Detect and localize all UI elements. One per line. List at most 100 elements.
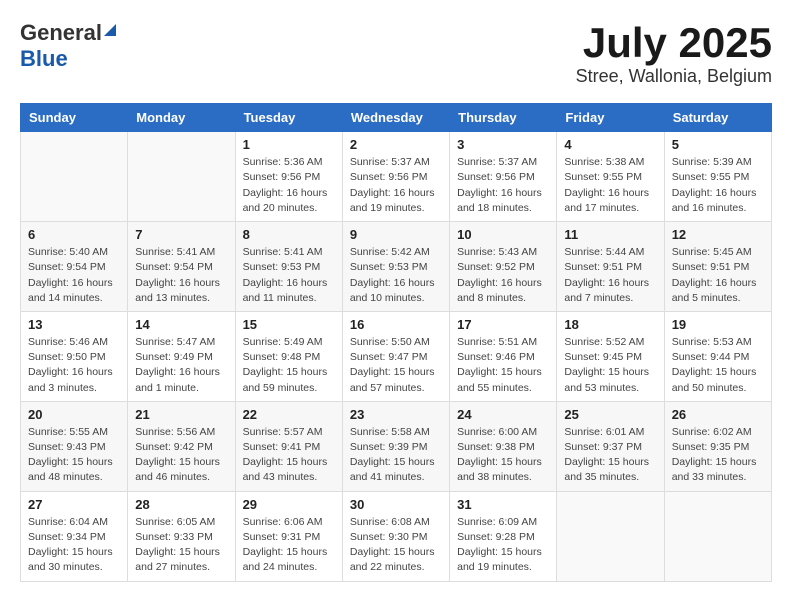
page-header: General Blue July 2025 Stree, Wallonia, …: [20, 20, 772, 87]
day-number: 8: [243, 227, 335, 242]
logo: General Blue: [20, 20, 116, 72]
title-block: July 2025 Stree, Wallonia, Belgium: [576, 20, 772, 87]
calendar-cell: [128, 132, 235, 222]
day-number: 10: [457, 227, 549, 242]
calendar-cell: 12Sunrise: 5:45 AM Sunset: 9:51 PM Dayli…: [664, 222, 771, 312]
cell-content: Sunrise: 6:00 AM Sunset: 9:38 PM Dayligh…: [457, 425, 549, 486]
logo-arrow-icon: [104, 24, 116, 36]
weekday-header: Tuesday: [235, 104, 342, 132]
cell-content: Sunrise: 5:43 AM Sunset: 9:52 PM Dayligh…: [457, 245, 549, 306]
cell-content: Sunrise: 5:42 AM Sunset: 9:53 PM Dayligh…: [350, 245, 442, 306]
day-number: 14: [135, 317, 227, 332]
weekday-header: Thursday: [450, 104, 557, 132]
calendar-cell: 23 Sunrise: 5:58 AM Sunset: 9:39 PM Dayli…: [342, 401, 449, 491]
calendar-cell: 28 Sunrise: 6:05 AM Sunset: 9:33 PM Dayli…: [128, 491, 235, 581]
calendar-cell: 22 Sunrise: 5:57 AM Sunset: 9:41 PM Dayli…: [235, 401, 342, 491]
day-number: 5: [672, 137, 764, 152]
calendar-cell: 25 Sunrise: 6:01 AM Sunset: 9:37 PM Dayli…: [557, 401, 664, 491]
month-title: July 2025: [576, 20, 772, 66]
logo-general-text: General: [20, 20, 102, 46]
cell-content: Sunrise: 5:38 AM Sunset: 9:55 PM Dayligh…: [564, 155, 656, 216]
location-text: Stree, Wallonia, Belgium: [576, 66, 772, 87]
calendar-header-row: SundayMondayTuesdayWednesdayThursdayFrid…: [21, 104, 772, 132]
cell-content: Sunrise: 5:53 AM Sunset: 9:44 PM Dayligh…: [672, 335, 764, 396]
calendar-cell: 5 Sunrise: 5:39 AM Sunset: 9:55 PM Daylig…: [664, 132, 771, 222]
calendar-cell: 13 Sunrise: 5:46 AM Sunset: 9:50 PM Dayli…: [21, 311, 128, 401]
day-number: 23: [350, 407, 442, 422]
weekday-header: Monday: [128, 104, 235, 132]
cell-content: Sunrise: 6:05 AM Sunset: 9:33 PM Dayligh…: [135, 515, 227, 576]
calendar-cell: 1 Sunrise: 5:36 AM Sunset: 9:56 PM Daylig…: [235, 132, 342, 222]
day-number: 11: [564, 227, 656, 242]
cell-content: Sunrise: 5:58 AM Sunset: 9:39 PM Dayligh…: [350, 425, 442, 486]
day-number: 16: [350, 317, 442, 332]
day-number: 17: [457, 317, 549, 332]
day-number: 26: [672, 407, 764, 422]
calendar-cell: 15Sunrise: 5:49 AM Sunset: 9:48 PM Dayli…: [235, 311, 342, 401]
cell-content: Sunrise: 6:02 AM Sunset: 9:35 PM Dayligh…: [672, 425, 764, 486]
calendar-cell: 18 Sunrise: 5:52 AM Sunset: 9:45 PM Dayli…: [557, 311, 664, 401]
cell-content: Sunrise: 5:46 AM Sunset: 9:50 PM Dayligh…: [28, 335, 120, 396]
day-number: 9: [350, 227, 442, 242]
day-number: 18: [564, 317, 656, 332]
cell-content: Sunrise: 6:01 AM Sunset: 9:37 PM Dayligh…: [564, 425, 656, 486]
cell-content: Sunrise: 6:09 AM Sunset: 9:28 PM Dayligh…: [457, 515, 549, 576]
calendar-cell: 7 Sunrise: 5:41 AM Sunset: 9:54 PM Daylig…: [128, 222, 235, 312]
day-number: 21: [135, 407, 227, 422]
calendar-cell: [21, 132, 128, 222]
calendar-cell: 29 Sunrise: 6:06 AM Sunset: 9:31 PM Dayli…: [235, 491, 342, 581]
cell-content: Sunrise: 5:41 AM Sunset: 9:54 PM Dayligh…: [135, 245, 227, 306]
cell-content: Sunrise: 6:08 AM Sunset: 9:30 PM Dayligh…: [350, 515, 442, 576]
calendar-cell: 21Sunrise: 5:56 AM Sunset: 9:42 PM Dayli…: [128, 401, 235, 491]
calendar-week-row: 27 Sunrise: 6:04 AM Sunset: 9:34 PM Dayli…: [21, 491, 772, 581]
calendar-cell: 31 Sunrise: 6:09 AM Sunset: 9:28 PM Dayli…: [450, 491, 557, 581]
day-number: 12: [672, 227, 764, 242]
day-number: 13: [28, 317, 120, 332]
calendar-cell: 6Sunrise: 5:40 AM Sunset: 9:54 PM Daylig…: [21, 222, 128, 312]
cell-content: Sunrise: 5:36 AM Sunset: 9:56 PM Dayligh…: [243, 155, 335, 216]
day-number: 24: [457, 407, 549, 422]
calendar-cell: 27 Sunrise: 6:04 AM Sunset: 9:34 PM Dayli…: [21, 491, 128, 581]
day-number: 7: [135, 227, 227, 242]
cell-content: Sunrise: 5:37 AM Sunset: 9:56 PM Dayligh…: [350, 155, 442, 216]
cell-content: Sunrise: 5:57 AM Sunset: 9:41 PM Dayligh…: [243, 425, 335, 486]
day-number: 3: [457, 137, 549, 152]
weekday-header: Wednesday: [342, 104, 449, 132]
calendar-cell: 19 Sunrise: 5:53 AM Sunset: 9:44 PM Dayli…: [664, 311, 771, 401]
cell-content: Sunrise: 6:06 AM Sunset: 9:31 PM Dayligh…: [243, 515, 335, 576]
cell-content: Sunrise: 5:44 AM Sunset: 9:51 PM Dayligh…: [564, 245, 656, 306]
calendar-cell: 30Sunrise: 6:08 AM Sunset: 9:30 PM Dayli…: [342, 491, 449, 581]
cell-content: Sunrise: 5:37 AM Sunset: 9:56 PM Dayligh…: [457, 155, 549, 216]
day-number: 29: [243, 497, 335, 512]
day-number: 25: [564, 407, 656, 422]
cell-content: Sunrise: 5:40 AM Sunset: 9:54 PM Dayligh…: [28, 245, 120, 306]
cell-content: Sunrise: 5:49 AM Sunset: 9:48 PM Dayligh…: [243, 335, 335, 396]
logo-blue-text: Blue: [20, 46, 68, 72]
weekday-header: Friday: [557, 104, 664, 132]
calendar-week-row: 20Sunrise: 5:55 AM Sunset: 9:43 PM Dayli…: [21, 401, 772, 491]
calendar-cell: 20Sunrise: 5:55 AM Sunset: 9:43 PM Dayli…: [21, 401, 128, 491]
day-number: 28: [135, 497, 227, 512]
cell-content: Sunrise: 6:04 AM Sunset: 9:34 PM Dayligh…: [28, 515, 120, 576]
cell-content: Sunrise: 5:39 AM Sunset: 9:55 PM Dayligh…: [672, 155, 764, 216]
calendar-cell: 11 Sunrise: 5:44 AM Sunset: 9:51 PM Dayli…: [557, 222, 664, 312]
day-number: 27: [28, 497, 120, 512]
calendar-cell: [664, 491, 771, 581]
cell-content: Sunrise: 5:50 AM Sunset: 9:47 PM Dayligh…: [350, 335, 442, 396]
calendar-cell: 24 Sunrise: 6:00 AM Sunset: 9:38 PM Dayli…: [450, 401, 557, 491]
cell-content: Sunrise: 5:52 AM Sunset: 9:45 PM Dayligh…: [564, 335, 656, 396]
cell-content: Sunrise: 5:51 AM Sunset: 9:46 PM Dayligh…: [457, 335, 549, 396]
calendar-cell: 26 Sunrise: 6:02 AM Sunset: 9:35 PM Dayli…: [664, 401, 771, 491]
calendar-week-row: 13 Sunrise: 5:46 AM Sunset: 9:50 PM Dayli…: [21, 311, 772, 401]
day-number: 22: [243, 407, 335, 422]
cell-content: Sunrise: 5:47 AM Sunset: 9:49 PM Dayligh…: [135, 335, 227, 396]
cell-content: Sunrise: 5:55 AM Sunset: 9:43 PM Dayligh…: [28, 425, 120, 486]
day-number: 1: [243, 137, 335, 152]
calendar-cell: 9 Sunrise: 5:42 AM Sunset: 9:53 PM Daylig…: [342, 222, 449, 312]
weekday-header: Saturday: [664, 104, 771, 132]
calendar-week-row: 1 Sunrise: 5:36 AM Sunset: 9:56 PM Daylig…: [21, 132, 772, 222]
day-number: 31: [457, 497, 549, 512]
day-number: 19: [672, 317, 764, 332]
calendar-cell: 10 Sunrise: 5:43 AM Sunset: 9:52 PM Dayli…: [450, 222, 557, 312]
calendar-cell: 4Sunrise: 5:38 AM Sunset: 9:55 PM Daylig…: [557, 132, 664, 222]
